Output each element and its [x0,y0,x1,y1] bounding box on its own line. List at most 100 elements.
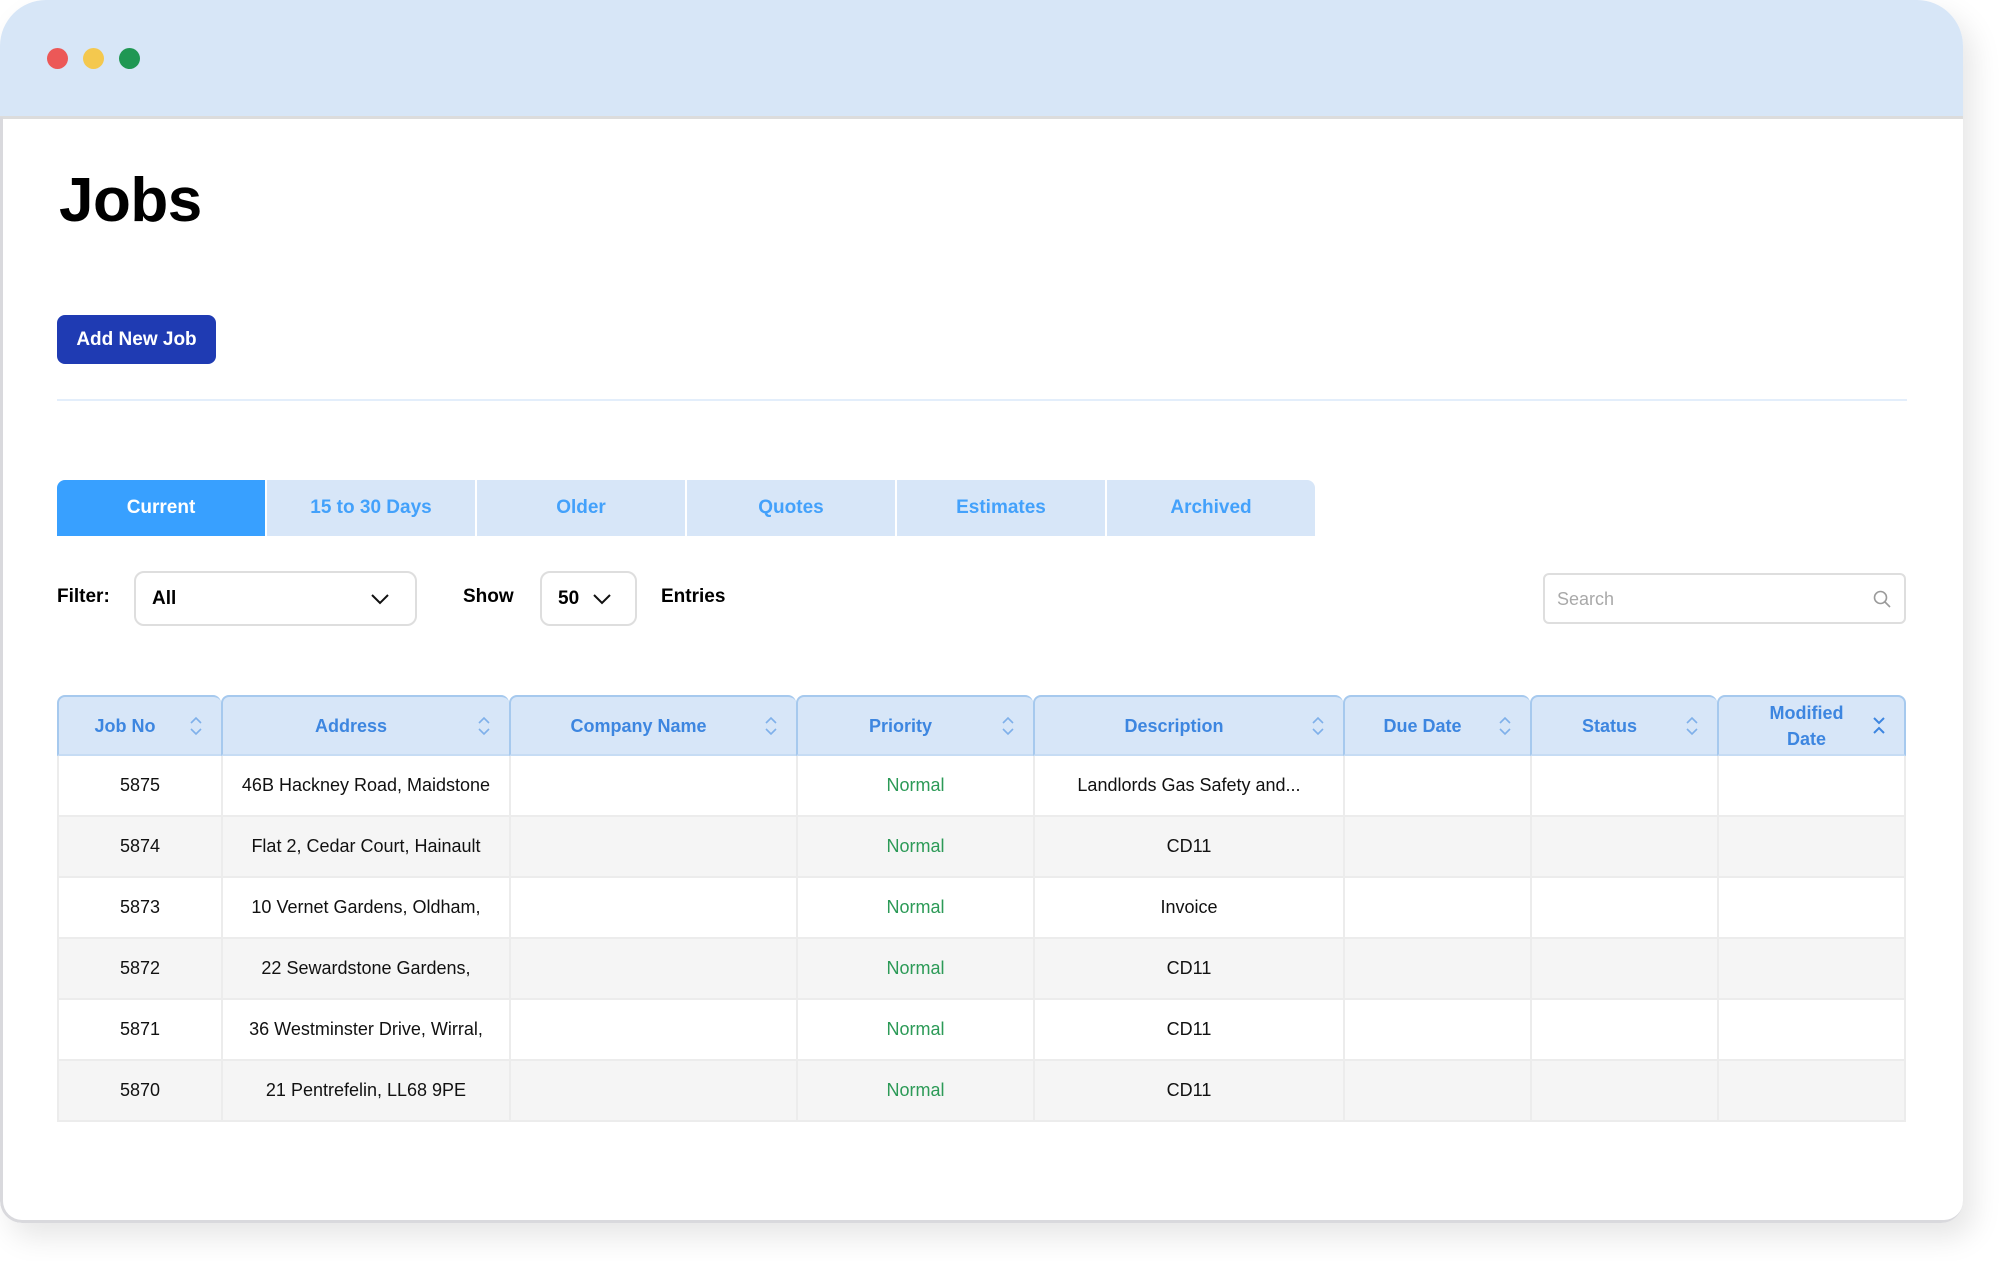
cell-description: CD11 [1033,1061,1343,1122]
table-row[interactable]: 5875 46B Hackney Road, Maidstone Normal Lan… [57,756,1906,817]
cell-company-name [509,1000,796,1061]
cell-company-name [509,939,796,1000]
cell-due-date [1343,817,1530,878]
cell-job-no: 5873 [57,878,221,939]
search-icon[interactable] [1872,589,1892,609]
cell-address: 36 Westminster Drive, Wirral, [221,1000,509,1061]
sort-icon[interactable] [477,715,491,737]
table-row[interactable]: 5870 21 Pentrefelin, LL68 9PE Normal CD11 [57,1061,1906,1122]
tab-15-to-30-days[interactable]: 15 to 30 Days [267,480,475,536]
sort-icon[interactable] [1498,715,1512,737]
table-body: 5875 46B Hackney Road, Maidstone Normal Lan… [57,756,1906,1122]
column-header-due-date[interactable]: Due Date [1343,695,1530,756]
cell-status [1530,878,1717,939]
cell-address: 10 Vernet Gardens, Oldham, [221,878,509,939]
cell-status [1530,756,1717,817]
sort-icon[interactable] [1001,715,1015,737]
table-row[interactable]: 5873 10 Vernet Gardens, Oldham, Normal Invo… [57,878,1906,939]
column-header-description[interactable]: Description [1033,695,1343,756]
cell-status [1530,939,1717,1000]
cell-modified-date [1717,939,1906,1000]
column-header-label: Company Name [570,715,707,736]
sort-icon[interactable] [1311,715,1325,737]
cell-company-name [509,756,796,817]
column-header-label: Status [1581,715,1637,736]
table-row[interactable]: 5872 22 Sewardstone Gardens, Normal CD11 [57,939,1906,1000]
column-header-priority[interactable]: Priority [796,695,1033,756]
cell-due-date [1343,756,1530,817]
column-header-label: Due Date [1383,715,1462,736]
add-new-job-button[interactable]: Add New Job [57,315,216,364]
sort-icon[interactable] [764,715,778,737]
sort-icon[interactable] [189,715,203,737]
cell-priority: Normal [796,939,1033,1000]
cell-priority: Normal [796,817,1033,878]
tab-quotes[interactable]: Quotes [687,480,895,536]
column-header-label: Address [314,715,388,736]
cell-job-no: 5871 [57,1000,221,1061]
search-input[interactable] [1555,575,1859,624]
cell-address: 21 Pentrefelin, LL68 9PE [221,1061,509,1122]
close-window-button[interactable] [47,48,68,69]
cell-modified-date [1717,1061,1906,1122]
title-bar [0,0,1963,119]
divider [57,399,1907,401]
cell-status [1530,1000,1717,1061]
tab-older[interactable]: Older [477,480,685,536]
column-header-job-no[interactable]: Job No [57,695,221,756]
cell-priority: Normal [796,756,1033,817]
cell-address: 46B Hackney Road, Maidstone [221,756,509,817]
cell-description: Landlords Gas Safety and... [1033,756,1343,817]
minimize-window-button[interactable] [83,48,104,69]
search-box [1543,573,1906,624]
job-tabs: Current 15 to 30 Days Older Quotes Estim… [57,480,1315,536]
sort-icon[interactable] [1685,715,1699,737]
cell-description: CD11 [1033,939,1343,1000]
page-title: Jobs [59,166,202,235]
chevron-down-icon [371,594,389,605]
cell-modified-date [1717,878,1906,939]
cell-job-no: 5870 [57,1061,221,1122]
cell-address: Flat 2, Cedar Court, Hainault [221,817,509,878]
cell-description: CD11 [1033,817,1343,878]
column-header-address[interactable]: Address [221,695,509,756]
cell-company-name [509,1061,796,1122]
entries-label: Entries [661,586,726,607]
cell-address: 22 Sewardstone Gardens, [221,939,509,1000]
cell-status [1530,817,1717,878]
cell-job-no: 5874 [57,817,221,878]
sort-active-icon[interactable] [1872,715,1886,737]
tab-archived[interactable]: Archived [1107,480,1315,536]
entries-per-page-select[interactable]: 50 [540,571,637,626]
tab-estimates[interactable]: Estimates [897,480,1105,536]
cell-modified-date [1717,817,1906,878]
cell-company-name [509,817,796,878]
cell-due-date [1343,1000,1530,1061]
column-header-modified-date[interactable]: Modified Date [1717,695,1906,756]
cell-priority: Normal [796,878,1033,939]
cell-priority: Normal [796,1000,1033,1061]
table-row[interactable]: 5874 Flat 2, Cedar Court, Hainault Normal C… [57,817,1906,878]
maximize-window-button[interactable] [119,48,140,69]
filter-select[interactable]: All [134,571,417,626]
cell-status [1530,1061,1717,1122]
jobs-table: Job No Address Company Name Priority Descrip… [57,695,1906,1122]
filter-label: Filter: [57,586,110,607]
show-label: Show [463,586,514,607]
column-header-label: Modified Date [1769,702,1844,749]
table-row[interactable]: 5871 36 Westminster Drive, Wirral, Normal C… [57,1000,1906,1061]
cell-job-no: 5875 [57,756,221,817]
tab-current[interactable]: Current [57,480,265,536]
column-header-company-name[interactable]: Company Name [509,695,796,756]
filter-value: All [152,587,177,609]
column-header-label: Priority [868,715,933,736]
column-header-label: Description [1124,715,1224,736]
cell-modified-date [1717,756,1906,817]
cell-description: Invoice [1033,878,1343,939]
cell-description: CD11 [1033,1000,1343,1061]
cell-due-date [1343,878,1530,939]
cell-priority: Normal [796,1061,1033,1122]
cell-modified-date [1717,1000,1906,1061]
chevron-down-icon [593,594,611,605]
column-header-status[interactable]: Status [1530,695,1717,756]
